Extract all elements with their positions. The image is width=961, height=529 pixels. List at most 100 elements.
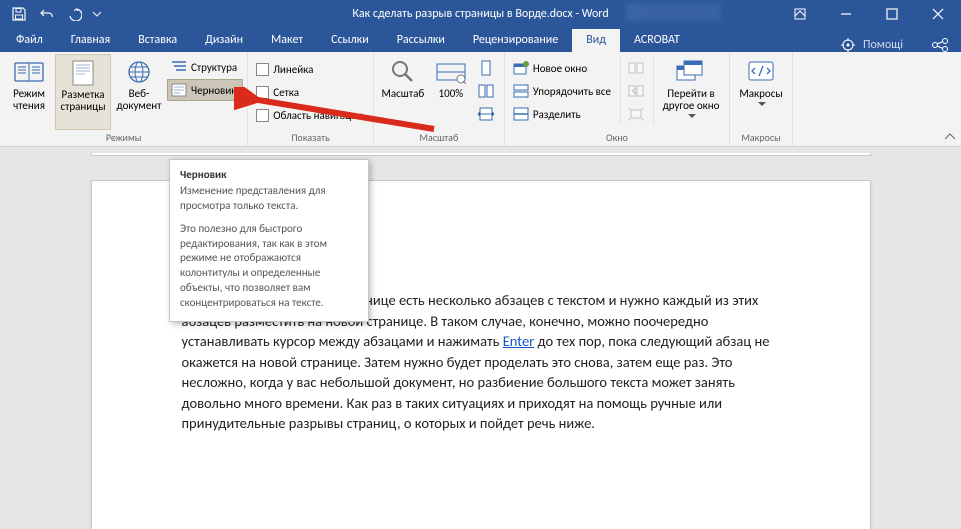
nav-pane-label: Область навигации <box>273 109 363 122</box>
new-window-button[interactable]: Новое окно <box>509 57 617 79</box>
read-mode-label: Режим чтения <box>8 88 50 112</box>
print-layout-label: Разметка страницы <box>60 89 106 113</box>
macros-icon <box>747 60 775 84</box>
tab-acrobat[interactable]: ACROBAT <box>620 29 694 52</box>
quick-access-toolbar <box>0 0 104 28</box>
hundred-label: 100% <box>439 88 464 100</box>
zoom-button[interactable]: Масштаб <box>378 54 428 130</box>
multi-page-button[interactable] <box>474 80 500 102</box>
save-icon <box>12 7 26 21</box>
group-zoom: Масштаб 100% Масштаб <box>374 52 505 146</box>
window-title: Как сделать разрыв страницы в Ворде.docx… <box>352 7 608 21</box>
checkbox-icon <box>256 86 269 99</box>
redo-button[interactable] <box>62 0 88 28</box>
qat-customize[interactable] <box>90 0 104 28</box>
gridlines-checkbox[interactable]: Сетка <box>252 81 369 103</box>
hundred-percent-button[interactable]: 100% <box>429 54 473 130</box>
draft-label: Черновик <box>191 84 236 97</box>
group-show: Линейка Сетка Область навигации Показать <box>248 52 374 146</box>
ribbon: Режим чтения Разметка страницы Веб-докум… <box>0 52 961 147</box>
tooltip-title: Черновик <box>180 168 358 181</box>
tab-file[interactable]: Файл <box>2 29 57 52</box>
minimize-button[interactable] <box>823 0 869 28</box>
chevron-up-icon <box>945 133 955 141</box>
split-label: Разделить <box>533 108 581 121</box>
ribbon-options-button[interactable] <box>777 0 823 28</box>
tab-references[interactable]: Ссылки <box>317 29 383 52</box>
outline-label: Структура <box>191 61 237 74</box>
draft-button[interactable]: Черновик <box>167 79 243 101</box>
tab-view[interactable]: Вид <box>572 29 620 52</box>
share-icon[interactable] <box>931 38 949 52</box>
macros-group-label: Макросы <box>734 130 788 146</box>
zoom-label: Масштаб <box>381 88 424 100</box>
close-button[interactable] <box>915 0 961 28</box>
switch-windows-button[interactable]: Перейти в другое окно <box>657 54 725 130</box>
read-mode-button[interactable]: Режим чтения <box>4 54 54 130</box>
ruler-label: Линейка <box>273 63 313 76</box>
multi-page-icon <box>478 83 494 99</box>
outline-icon <box>171 60 187 74</box>
tell-me-label[interactable]: Помощі <box>863 38 903 52</box>
one-page-button[interactable] <box>474 57 500 79</box>
ribbon-tabs: Файл Главная Вставка Дизайн Макет Ссылки… <box>0 28 961 52</box>
zoom-icon <box>390 59 416 85</box>
outline-button[interactable]: Структура <box>167 56 243 78</box>
web-layout-label: Веб-документ <box>116 88 162 112</box>
ruler-checkbox[interactable]: Линейка <box>252 58 369 80</box>
tab-mailings[interactable]: Рассылки <box>383 29 459 52</box>
tell-me-icon <box>841 38 855 52</box>
reset-position-button <box>624 103 650 125</box>
tab-insert[interactable]: Вставка <box>124 29 191 52</box>
group-macros: Макросы Макросы <box>730 52 793 146</box>
side-by-side-button <box>624 57 650 79</box>
print-layout-icon <box>71 60 95 86</box>
page-width-icon <box>478 107 494 121</box>
tab-layout[interactable]: Макет <box>257 29 317 52</box>
group-views: Режим чтения Разметка страницы Веб-докум… <box>0 52 248 146</box>
chevron-down-icon <box>758 102 766 107</box>
tooltip-text: Изменение представления для просмотра то… <box>180 184 358 214</box>
window-controls <box>777 0 961 28</box>
arrange-all-button[interactable]: Упорядочить все <box>509 80 617 102</box>
tab-review[interactable]: Рецензирование <box>459 29 572 52</box>
group-window: Новое окно Упорядочить все Разделить Пер… <box>505 52 730 146</box>
show-group-label: Показать <box>252 130 369 146</box>
undo-icon <box>40 7 54 21</box>
zoom-group-label: Масштаб <box>378 130 500 146</box>
chevron-down-icon <box>93 10 101 18</box>
tooltip-text: Это полезно для быстрого редактирования,… <box>180 222 358 311</box>
tab-design[interactable]: Дизайн <box>191 29 257 52</box>
save-button[interactable] <box>6 0 32 28</box>
undo-button[interactable] <box>34 0 60 28</box>
draft-icon <box>171 83 187 97</box>
collapse-ribbon-button[interactable] <box>945 131 955 144</box>
text-link: Enter <box>503 332 535 350</box>
window-group-label: Окно <box>509 130 725 146</box>
tab-home[interactable]: Главная <box>57 29 124 52</box>
switch-windows-label: Перейти в другое окно <box>661 88 721 112</box>
macros-label: Макросы <box>739 88 782 100</box>
maximize-button[interactable] <box>869 0 915 28</box>
print-layout-button[interactable]: Разметка страницы <box>55 54 111 130</box>
one-page-icon <box>479 60 493 76</box>
arrange-all-icon <box>513 84 529 98</box>
split-icon <box>513 107 529 121</box>
user-account-blurred <box>626 3 721 21</box>
checkbox-icon <box>256 109 269 122</box>
new-window-icon <box>513 61 529 75</box>
split-button[interactable]: Разделить <box>509 103 617 125</box>
nav-pane-checkbox[interactable]: Область навигации <box>252 104 369 126</box>
sync-scroll-button <box>624 80 650 102</box>
page-width-button[interactable] <box>474 103 500 125</box>
arrange-all-label: Упорядочить все <box>533 85 611 98</box>
web-layout-button[interactable]: Веб-документ <box>112 54 166 130</box>
hundred-icon <box>436 60 466 84</box>
titlebar: Как сделать разрыв страницы в Ворде.docx… <box>0 0 961 28</box>
read-mode-icon <box>14 60 44 84</box>
macros-button[interactable]: Макросы <box>734 54 788 130</box>
redo-icon <box>68 7 82 21</box>
document-area[interactable]: Представьте, что у вас на странице есть … <box>0 147 961 529</box>
switch-windows-icon <box>676 60 706 84</box>
tooltip: Черновик Изменение представления для про… <box>169 159 369 322</box>
